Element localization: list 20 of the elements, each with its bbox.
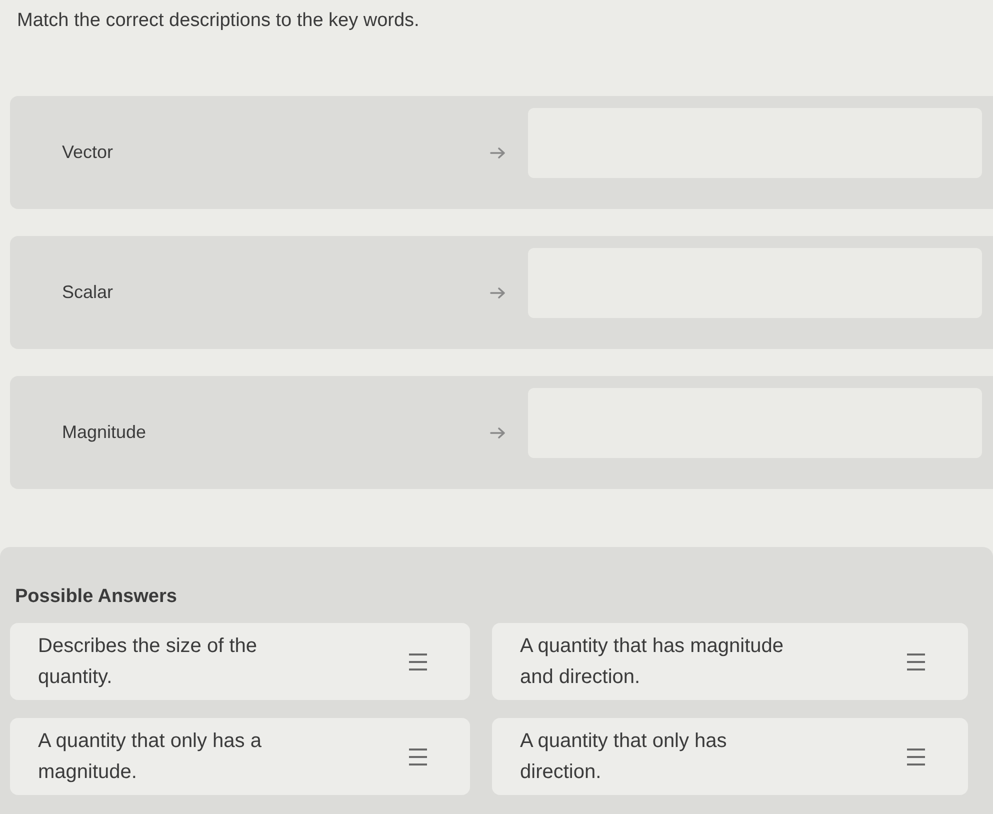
- arrow-icon: [490, 146, 506, 158]
- answer-text: A quantity that only has direction.: [520, 728, 728, 784]
- key-word: Vector: [62, 142, 114, 163]
- drag-handle-icon[interactable]: [408, 652, 428, 670]
- answer-text: Describes the size of the quantity.: [38, 634, 258, 690]
- drag-handle-icon[interactable]: [408, 748, 428, 766]
- drag-handle-icon[interactable]: [906, 748, 926, 766]
- answer-text: A quantity that only has a magnitude.: [38, 728, 262, 784]
- answer-card[interactable]: A quantity that only has a magnitude.: [10, 718, 470, 795]
- answer-card[interactable]: Describes the size of the quantity.: [10, 623, 470, 700]
- answer-text: A quantity that has magnitude and direction.: [520, 634, 785, 690]
- arrow-icon: [490, 426, 506, 438]
- key-word: Magnitude: [62, 422, 148, 443]
- arrow-icon: [490, 286, 506, 298]
- key-word: Scalar: [62, 282, 114, 303]
- instruction-text: Match the correct descriptions to the key words.: [17, 9, 420, 33]
- answer-card[interactable]: A quantity that has magnitude and direction.: [492, 623, 968, 700]
- answer-card[interactable]: A quantity that only has direction.: [492, 718, 968, 795]
- possible-answers-heading: Possible Answers: [15, 585, 177, 609]
- drag-handle-icon[interactable]: [906, 652, 926, 670]
